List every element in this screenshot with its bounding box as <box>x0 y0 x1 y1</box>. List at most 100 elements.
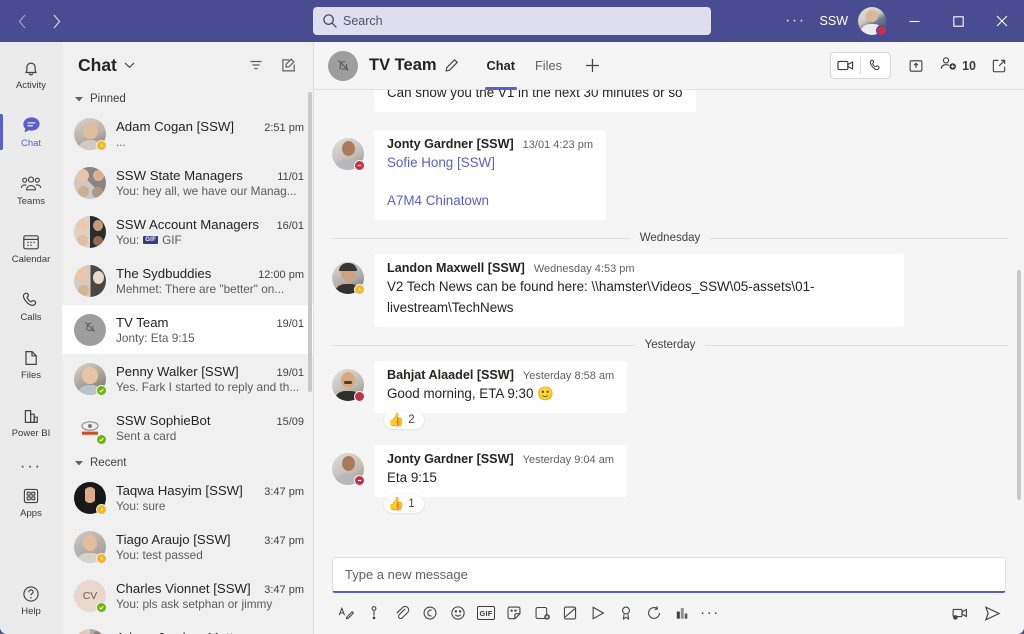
list-item-time: 15/09 <box>276 416 304 428</box>
message-body: Landon Maxwell [SSW] Wednesday 4:53 pm V… <box>374 254 904 327</box>
org-label[interactable]: SSW <box>814 14 854 28</box>
sidebar-item-help[interactable]: Help <box>0 574 62 626</box>
chat-list-scroll[interactable]: Pinned Adam Cog <box>62 88 313 634</box>
file-icon <box>22 347 40 369</box>
important-icon[interactable] <box>360 599 388 627</box>
list-item-text: TV Team 19/01 Jonty: Eta 9:15 <box>116 315 304 345</box>
sidebar-item-power-bi[interactable]: Power BI <box>0 396 62 448</box>
list-item-time: 12:00 pm <box>258 269 304 281</box>
message-bubble: Jonty Gardner [SSW] Yesterday 9:04 am Et… <box>374 445 627 497</box>
avatar <box>74 412 106 444</box>
user-avatar-button[interactable] <box>858 7 886 35</box>
sidebar-item-calls[interactable]: Calls <box>0 280 62 332</box>
list-item[interactable]: The Sydbuddies 12:00 pm Mehmet: There ar… <box>62 256 313 305</box>
sidebar-item-teams[interactable]: Teams <box>0 164 62 216</box>
message-bubble: Can show you the V1 in the next 30 minut… <box>374 90 696 112</box>
list-item[interactable]: Tiago Araujo [SSW] 3:47 pm You: test pas… <box>62 522 313 571</box>
list-item-name: Adam Cogan [SSW] <box>116 119 258 134</box>
list-item-preview: Mehmet: There are "better" on... <box>116 282 304 296</box>
preview-text: You: test passed <box>116 548 203 562</box>
chevron-down-icon[interactable] <box>124 61 135 69</box>
compose-toolbar: GIF <box>332 597 1006 629</box>
forward-button[interactable] <box>40 6 72 36</box>
pop-out-icon[interactable] <box>984 52 1014 80</box>
divider <box>705 345 1008 346</box>
sidebar-item-apps[interactable]: Apps <box>0 476 62 528</box>
list-item[interactable]: Taqwa Hasyim [SSW] 3:47 pm You: sure <box>62 473 313 522</box>
tab-chat[interactable]: Chat <box>477 42 525 90</box>
more-options-icon[interactable]: ··· <box>696 599 724 627</box>
attach-icon[interactable] <box>388 599 416 627</box>
message-input[interactable]: Type a new message <box>332 557 1006 593</box>
compose-right-tools <box>946 599 1006 627</box>
add-tab-button[interactable] <box>578 52 606 80</box>
list-item[interactable]: Penny Walker [SSW] 19/01 Yes. Fark I sta… <box>62 354 313 403</box>
gif-icon[interactable]: GIF <box>472 599 500 627</box>
video-camera-icon[interactable] <box>831 52 860 79</box>
tab-files[interactable]: Files <box>525 42 572 90</box>
chat-group-pinned[interactable]: Pinned <box>62 88 313 109</box>
message-list-scrollbar[interactable] <box>1017 270 1021 500</box>
list-item-name: Taqwa Hasyim [SSW] <box>116 483 258 498</box>
list-item[interactable]: Adam Cogan [SSW] 2:51 pm ... <box>62 109 313 158</box>
chat-group-recent[interactable]: Recent <box>62 452 313 473</box>
search-input[interactable] <box>313 7 711 35</box>
list-item[interactable]: SSW SophieBot 15/09 Sent a card <box>62 403 313 452</box>
new-chat-icon[interactable] <box>275 52 301 78</box>
mention[interactable]: Sofie Hong [SSW] <box>387 155 495 170</box>
apps-grid-icon <box>21 485 41 507</box>
reaction-chip[interactable]: 👍 2 <box>384 411 424 429</box>
message-link[interactable]: A7M4 Chinatown <box>387 193 489 208</box>
phone-handset-icon[interactable] <box>861 52 890 79</box>
sidebar-item-files[interactable]: Files <box>0 338 62 390</box>
maximize-button[interactable] <box>936 0 980 42</box>
loop-component-icon[interactable] <box>416 599 444 627</box>
send-icon[interactable] <box>978 599 1006 627</box>
filter-icon[interactable] <box>243 52 269 78</box>
list-item-preview: ... <box>116 135 304 149</box>
pencil-icon[interactable] <box>444 58 459 73</box>
praise-icon[interactable] <box>612 599 640 627</box>
list-item-name: The Sydbuddies <box>116 266 252 281</box>
add-people-icon <box>939 56 958 75</box>
add-people-button[interactable]: 10 <box>933 52 982 80</box>
sticker-icon[interactable] <box>500 599 528 627</box>
video-message-icon[interactable] <box>946 599 974 627</box>
minimize-button[interactable] <box>892 0 936 42</box>
question-circle-icon <box>21 583 41 605</box>
message: Jonty Gardner [SSW] Yesterday 9:04 am Et… <box>328 445 1012 513</box>
stream-icon[interactable] <box>584 599 612 627</box>
bell-muted-icon <box>328 51 358 81</box>
emoji-icon[interactable] <box>444 599 472 627</box>
whiteboard-icon[interactable] <box>556 599 584 627</box>
meet-now-icon[interactable] <box>528 599 556 627</box>
reaction-chip[interactable]: 👍 1 <box>384 495 424 513</box>
sidebar-item-calendar[interactable]: Calendar <box>0 222 62 274</box>
list-item[interactable]: Adam, Jayden, Matt G, ... 3:36 pm Willia… <box>62 620 313 634</box>
window-body: Activity Chat <box>0 42 1024 634</box>
sidebar-item-label: Calendar <box>12 254 51 266</box>
chat-list-scrollbar[interactable] <box>308 92 312 392</box>
polls-icon[interactable] <box>668 599 696 627</box>
sidebar-item-chat[interactable]: Chat <box>0 106 62 158</box>
list-item-time: 3:47 pm <box>264 535 304 547</box>
list-item[interactable]: SSW Account Managers 16/01 You: GIF GIF <box>62 207 313 256</box>
message-text-link: A7M4 Chinatown <box>387 190 593 211</box>
share-tray-icon[interactable] <box>901 52 931 80</box>
sidebar-item-activity[interactable]: Activity <box>0 48 62 100</box>
thumbs-up-icon: 👍 <box>388 413 404 427</box>
titlebar-more-button[interactable]: ··· <box>777 8 813 34</box>
format-icon[interactable] <box>332 599 360 627</box>
preview-text: Yes. Fark I started to reply and th... <box>116 380 299 394</box>
close-button[interactable] <box>980 0 1024 42</box>
updates-icon[interactable] <box>640 599 668 627</box>
back-button[interactable] <box>6 6 38 36</box>
rail-bottom: Apps Help <box>0 470 62 626</box>
status-badge <box>96 553 107 564</box>
message-list[interactable]: Can show you the V1 in the next 30 minut… <box>314 90 1024 551</box>
thumbs-up-icon: 👍 <box>388 497 404 511</box>
list-item-preview: You: sure <box>116 499 304 513</box>
list-item-tv-team[interactable]: TV Team 19/01 Jonty: Eta 9:15 <box>62 305 313 354</box>
list-item[interactable]: CV Charles Vionnet [SSW] 3:47 pm You: pl… <box>62 571 313 620</box>
list-item[interactable]: SSW State Managers 11/01 You: hey all, w… <box>62 158 313 207</box>
